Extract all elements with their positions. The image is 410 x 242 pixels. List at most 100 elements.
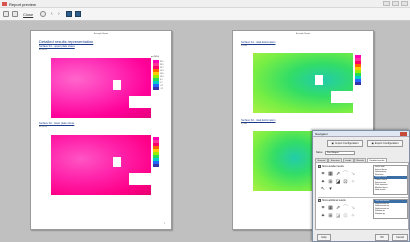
legend-value: 14.9 [160,72,164,75]
plot-cutout [113,80,121,90]
contour-tool-icon[interactable]: ⌗ [320,205,326,211]
save-icon[interactable] [12,11,18,17]
previous-icon[interactable]: ‹ [51,11,53,17]
section-title: Surface S1 - upper plate stress [39,45,75,48]
iso-lines-tool-icon[interactable]: ▦ [328,205,334,211]
window-title-bar: Report preview [0,0,410,8]
section-title: Surface S1 - total deformation [241,41,276,44]
export-configuration-button[interactable]: ▣ Export Configuration [367,140,403,147]
import-configuration-button[interactable]: ▣ Import Configuration [327,140,363,147]
selection-tool-icon[interactable]: ▾ [328,186,334,192]
section-subtitle: u [mm] [241,123,248,125]
name-label: Name: [316,151,324,154]
next-icon[interactable]: › [58,11,60,17]
checkbox-box: ✓ [318,199,322,202]
checkbox-box: ✓ [318,165,322,168]
import-icon: ▣ [331,142,334,145]
color-legend [153,137,159,167]
legend-value: 6.1 [160,78,163,81]
legend-value: 32.5 [160,60,164,63]
stress-contour-plot [51,58,151,118]
plot-cutout [331,91,353,103]
section-title: Surface S2 - total deformation [241,119,276,122]
scale-tool-icon[interactable]: ⊞ [328,213,334,219]
deformed-tool-icon[interactable]: ◪ [335,179,341,185]
arrow-tool-icon[interactable]: ↖ [320,186,326,192]
legend-value: -7.1 [160,87,164,90]
detailed-results-panel: ✓ Show detailed results ⌗ ▦ ⇗ ⌒ ↘ ✦ ⊞ ◪ … [315,162,409,230]
window-controls [383,1,408,6]
mesh-tool-icon[interactable]: ⊡ [343,179,349,185]
section-title: Surface S2 - lower plate stress [39,122,75,125]
print-icon[interactable] [3,11,9,17]
name-field[interactable]: Print Report [325,150,355,155]
plot-cutout [129,173,151,185]
section-subtitle: σx [MPa] [39,126,48,128]
two-page-icon[interactable] [75,11,81,17]
maximize-button[interactable] [392,1,399,6]
iso-lines-tool-icon[interactable]: ▦ [328,171,334,177]
plot-cutout [129,96,151,108]
export-button-label: Export Configuration [374,142,399,145]
preview-toolbar: Close ‹ › [0,8,410,21]
diagram-tool-icon[interactable]: ↘ [350,205,356,211]
import-button-label: Import Configuration [334,142,359,145]
cancel-button[interactable]: Cancel [392,234,408,241]
color-legend [355,55,361,85]
plot-cutout [315,75,323,85]
report-navigator-dialog: Navigator ▣ Import Configuration ▣ Expor… [312,130,410,242]
vector-tool-icon[interactable]: ⇗ [335,205,341,211]
list-item[interactable]: Node results [374,189,407,192]
legend-value: 1.7 [160,81,163,84]
minimize-button[interactable] [383,1,390,6]
report-page-1: Example Report Detailed results represen… [30,30,172,230]
window-title: Report preview [9,2,36,7]
legend-value: 10.5 [160,75,164,78]
page-header: Example Report [93,33,109,35]
mesh-tool-icon[interactable]: ⊡ [343,213,349,219]
extreme-tool-icon[interactable]: ✧ [350,179,356,185]
vector-tool-icon[interactable]: ⇗ [335,171,341,177]
plot-cutout [113,157,121,167]
value-tool-icon[interactable]: ✦ [320,179,326,185]
ok-button[interactable]: OK [375,234,389,241]
section-tool-icon[interactable]: ⌒ [343,171,349,177]
dialog-title: Navigator [315,132,328,136]
deformed-tool-icon[interactable]: ◪ [335,213,341,219]
app-icon [2,2,7,6]
dialog-close-button[interactable] [400,132,407,136]
single-page-icon[interactable] [66,11,72,17]
scale-tool-icon[interactable]: ⊞ [328,179,334,185]
deformation-contour-plot [253,131,313,191]
close-button[interactable]: Close [23,12,33,17]
show-additional-results-checkbox[interactable]: ✓ Show additional results [318,199,346,202]
extreme-tool-icon[interactable]: ✧ [350,213,356,219]
panel-divider [318,197,408,198]
section-tool-icon[interactable]: ⌒ [343,205,349,211]
close-window-button[interactable] [401,1,408,6]
diagram-tool-icon[interactable]: ↘ [350,171,356,177]
contour-tool-icon[interactable]: ⌗ [320,171,326,177]
section-subtitle: u [mm] [241,45,248,47]
additional-result-list[interactable]: Total deformation Displacement ux Displa… [373,199,408,219]
show-detailed-results-checkbox[interactable]: ✓ Show detailed results [318,165,344,168]
legend-value: 19.3 [160,69,164,72]
dialog-title-bar: Navigator [313,131,409,137]
value-tool-icon[interactable]: ✦ [320,213,326,219]
zoom-icon[interactable] [40,11,46,17]
legend-value: 23.7 [160,66,164,69]
checkbox-label: Show detailed results [322,165,344,168]
additional-result-tools: ⌗ ▦ ⇗ ⌒ ↘ ✦ ⊞ ◪ ⊡ ✧ [320,205,356,219]
result-type-tools: ⌗ ▦ ⇗ ⌒ ↘ ✦ ⊞ ◪ ⊡ ✧ ↖ ▾ [320,171,356,192]
page-header: Example Report [295,33,311,35]
result-category-list[interactable]: Stress field Internal forces Deformation… [373,165,408,195]
export-icon: ▣ [371,142,374,145]
stress-contour-plot [51,135,151,195]
help-button[interactable]: Help [317,234,331,241]
section-subtitle: σx [MPa] [39,49,48,51]
legend-value: -2.7 [160,84,164,87]
page-number: 1 [163,223,165,225]
color-legend [153,60,159,90]
list-item[interactable]: Rotation φy [374,213,407,216]
checkbox-label: Show additional results [322,199,346,202]
